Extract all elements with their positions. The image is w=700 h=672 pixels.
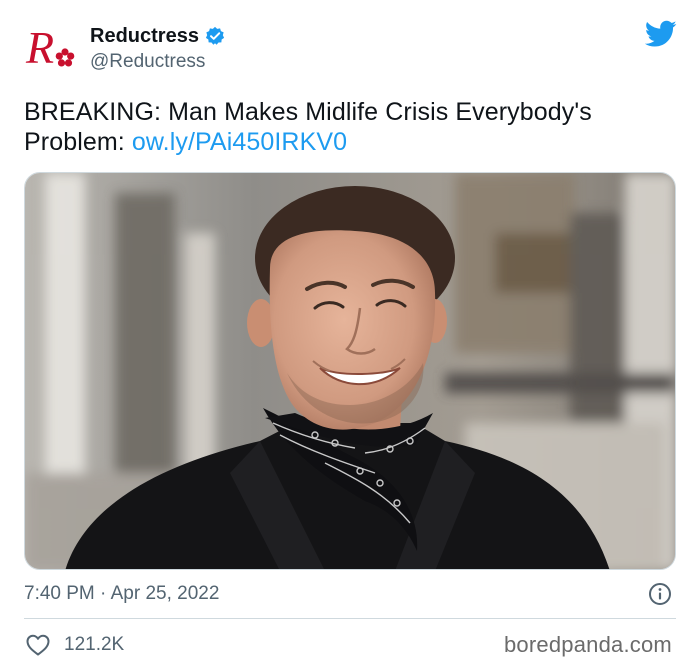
watermark: boredpanda.com	[504, 632, 672, 657]
avatar[interactable]: R	[24, 21, 80, 77]
tweet-photo[interactable]	[24, 172, 676, 570]
author-name-text[interactable]: Reductress	[90, 24, 199, 48]
divider	[24, 618, 676, 619]
author-handle[interactable]: @Reductress	[90, 49, 225, 75]
author-block: Reductress @Reductress	[90, 24, 225, 75]
heart-icon[interactable]	[26, 634, 50, 656]
info-icon[interactable]	[648, 582, 672, 606]
like-count[interactable]: 121.2K	[64, 631, 124, 659]
author-display-name[interactable]: Reductress	[90, 24, 225, 48]
twitter-bird-icon[interactable]	[644, 20, 677, 48]
tweet-link[interactable]: ow.ly/PAi450IRKV0	[132, 128, 347, 156]
verified-badge-icon	[205, 26, 225, 46]
svg-text:R: R	[25, 22, 54, 73]
tweet-card: R Reductress @Reductress BREAKING: Man M…	[0, 0, 700, 672]
tweet-timestamp[interactable]: 7:40 PM · Apr 25, 2022	[24, 581, 219, 607]
tweet-text: BREAKING: Man Makes Midlife Crisis Every…	[24, 97, 674, 157]
